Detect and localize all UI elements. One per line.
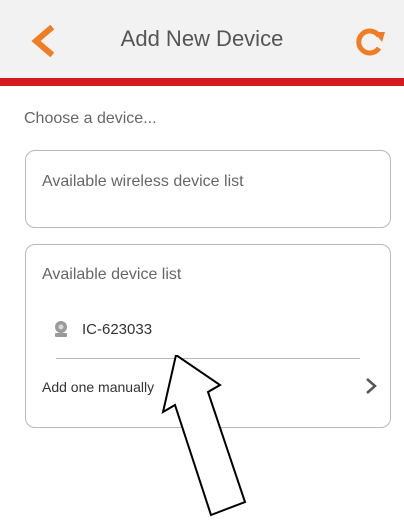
app-header: Add New Device	[0, 0, 404, 78]
device-name: IC-623033	[82, 321, 153, 338]
header-divider-bar	[0, 78, 404, 86]
device-item[interactable]: IC-623033	[52, 315, 352, 343]
page-title: Add New Device	[120, 26, 284, 51]
pointer-arrow-icon	[161, 355, 247, 517]
refresh-icon[interactable]	[352, 24, 388, 60]
chevron-right-icon	[366, 378, 377, 394]
camera-icon	[55, 321, 67, 337]
add-manually-label: Add one manually	[42, 379, 155, 395]
wireless-device-list-title: Available wireless device list	[42, 173, 244, 190]
wireless-device-list-card[interactable]: Available wireless device list	[25, 150, 391, 228]
choose-device-prompt: Choose a device...	[24, 110, 157, 127]
device-list-title: Available device list	[42, 266, 182, 283]
